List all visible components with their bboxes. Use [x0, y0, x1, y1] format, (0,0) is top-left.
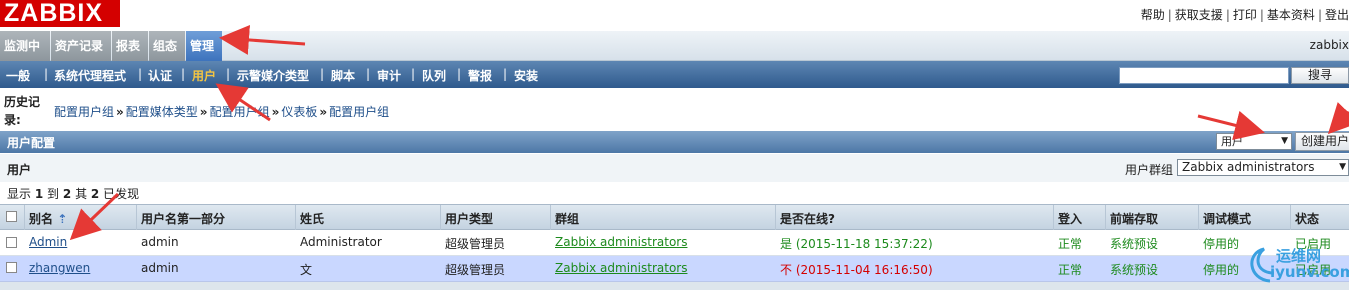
annotation-arrows	[69, 24, 1349, 241]
arrow-to-create-button	[1327, 102, 1349, 135]
arrow-to-admin-alias	[69, 192, 120, 241]
arrow-to-users-submenu	[215, 83, 271, 122]
arrow-to-type-select	[1197, 110, 1265, 141]
arrow-to-admin-menu	[219, 24, 306, 55]
